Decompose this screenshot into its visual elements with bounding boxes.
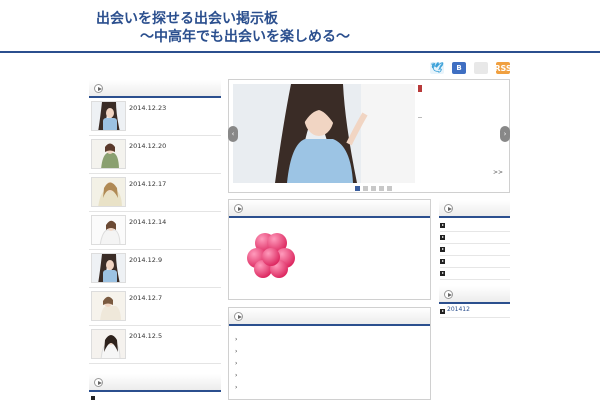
clover-panel-header	[229, 200, 430, 218]
slide-marker	[418, 85, 422, 92]
post-thumbnail[interactable]	[91, 329, 126, 359]
bullet-icon	[440, 235, 445, 240]
post-date: 2014.12.17	[129, 180, 167, 188]
post-date: 2014.12.5	[129, 332, 163, 340]
chevron-right-icon[interactable]: ›	[235, 372, 241, 380]
slider-next-button[interactable]: ›	[500, 126, 510, 142]
slider-dot[interactable]	[379, 186, 384, 191]
category-link[interactable]	[440, 232, 510, 244]
page: 出会いを探せる出会い掲示板 〜中高年でも出会いを楽しめる〜 🕊 B RSS 20…	[0, 0, 600, 400]
play-circle-icon	[444, 290, 453, 299]
site-title[interactable]: 出会いを探せる出会い掲示板 〜中高年でも出会いを楽しめる〜	[96, 10, 350, 46]
chevron-right-icon[interactable]: ›	[235, 384, 241, 392]
post-thumbnail[interactable]	[91, 253, 126, 283]
category-link[interactable]	[440, 256, 510, 268]
post-date: 2014.12.14	[129, 218, 167, 226]
slider-pagination	[355, 186, 392, 191]
play-circle-icon	[94, 378, 103, 387]
right-panel-header	[439, 200, 510, 218]
social-buttons: 🕊 B RSS	[430, 62, 512, 76]
clover-heart-image	[247, 233, 295, 278]
bullet-icon	[440, 271, 445, 276]
post-date: 2014.12.9	[129, 256, 163, 264]
slider-dot[interactable]	[371, 186, 376, 191]
category-link[interactable]	[440, 244, 510, 256]
post-date: 2014.12.23	[129, 104, 167, 112]
category-link[interactable]	[440, 268, 510, 280]
slide-caption-line	[418, 117, 422, 118]
chevron-right-icon[interactable]: ›	[235, 348, 241, 356]
share-icon[interactable]	[474, 62, 488, 74]
list-item[interactable]: 2014.12.5	[89, 326, 221, 364]
post-thumbnail[interactable]	[91, 291, 126, 321]
post-thumbnail[interactable]	[91, 101, 126, 131]
slider-dot[interactable]	[355, 186, 360, 191]
bullet-icon	[440, 259, 445, 264]
post-thumbnail[interactable]	[91, 139, 126, 169]
play-circle-icon	[234, 312, 243, 321]
site-title-line1: 出会いを探せる出会い掲示板	[96, 11, 278, 27]
slider-more-link[interactable]: >>	[493, 169, 503, 176]
list-item[interactable]: 2014.12.17	[89, 174, 221, 212]
chevron-right-icon[interactable]: ›	[235, 360, 241, 368]
list-item[interactable]: 2014.12.14	[89, 212, 221, 250]
list-item[interactable]: 2014.12.7	[89, 288, 221, 326]
header-divider	[0, 51, 600, 53]
post-date: 2014.12.20	[129, 142, 167, 150]
middle-panel-2: › › › › ›	[228, 307, 431, 400]
archive-link[interactable]: 201412	[440, 306, 510, 318]
list-item[interactable]: 2014.12.23	[89, 98, 221, 136]
slider-dot[interactable]	[387, 186, 392, 191]
archive-label[interactable]: 201412	[447, 306, 470, 313]
chevron-right-icon[interactable]: ›	[235, 336, 241, 344]
slide-image[interactable]	[233, 84, 415, 183]
bullet-icon	[440, 309, 445, 314]
archives-header	[439, 286, 510, 304]
rss-icon[interactable]: RSS	[494, 62, 512, 74]
left-panel-header-2	[89, 374, 221, 392]
clover-panel	[228, 199, 431, 300]
play-circle-icon	[234, 204, 243, 213]
play-circle-icon	[94, 84, 103, 93]
post-date: 2014.12.7	[129, 294, 163, 302]
post-thumbnail[interactable]	[91, 215, 126, 245]
recent-posts-header	[89, 80, 221, 98]
hatena-bookmark-icon[interactable]: B	[452, 62, 466, 74]
slider-dot[interactable]	[363, 186, 368, 191]
bullet-icon	[440, 247, 445, 252]
list-item[interactable]: 2014.12.20	[89, 136, 221, 174]
list-item[interactable]: 2014.12.9	[89, 250, 221, 288]
twitter-icon[interactable]: 🕊	[430, 62, 444, 74]
slider-prev-button[interactable]: ‹	[228, 126, 238, 142]
middle-panel-2-header	[229, 308, 430, 326]
site-title-line2: 〜中高年でも出会いを楽しめる〜	[140, 29, 350, 45]
bullet-icon	[91, 396, 95, 400]
play-circle-icon	[444, 204, 453, 213]
post-thumbnail[interactable]	[91, 177, 126, 207]
featured-slider: ‹ › >>	[228, 79, 510, 193]
category-link[interactable]	[440, 220, 510, 232]
bullet-icon	[440, 223, 445, 228]
